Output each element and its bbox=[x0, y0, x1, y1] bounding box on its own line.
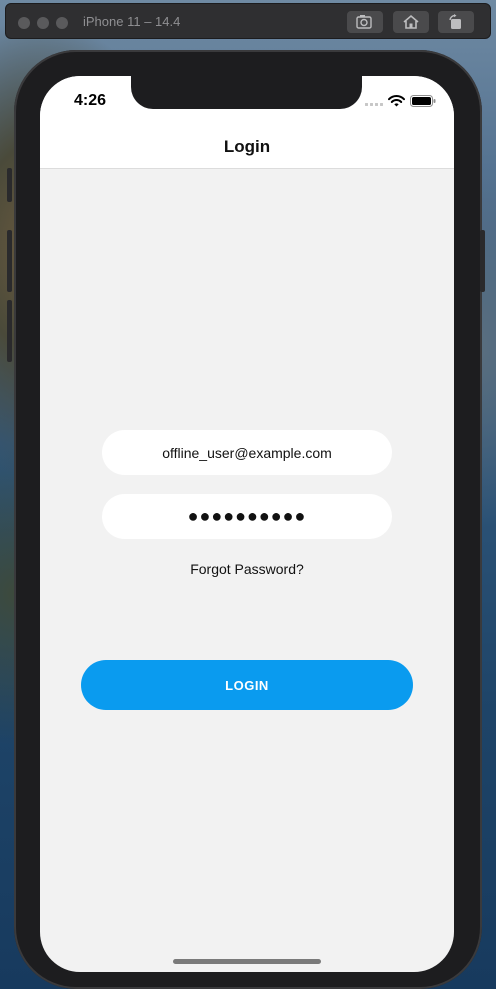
page-title: Login bbox=[223, 137, 271, 156]
close-window-icon[interactable] bbox=[18, 17, 30, 29]
cellular-signal-icon bbox=[365, 103, 383, 106]
rotate-button[interactable] bbox=[438, 11, 474, 33]
status-time: 4:26 bbox=[74, 92, 107, 109]
status-icons bbox=[365, 95, 436, 107]
home-indicator[interactable] bbox=[173, 959, 321, 964]
wifi-icon bbox=[388, 95, 405, 107]
home-button[interactable] bbox=[393, 11, 429, 33]
notch bbox=[131, 76, 362, 109]
simulator-title: iPhone 11 – 14.4 bbox=[83, 14, 181, 29]
minimize-window-icon[interactable] bbox=[37, 17, 49, 29]
zoom-window-icon[interactable] bbox=[56, 17, 68, 29]
volume-up-button bbox=[7, 230, 12, 292]
password-field[interactable] bbox=[102, 494, 392, 539]
rotate-icon bbox=[449, 14, 461, 29]
login-button[interactable]: LOGIN bbox=[81, 660, 413, 710]
mute-switch bbox=[7, 168, 12, 202]
power-button bbox=[480, 230, 485, 292]
screenshot-button[interactable] bbox=[347, 11, 383, 33]
simulator-title-bar: iPhone 11 – 14.4 bbox=[5, 3, 491, 39]
app-screen: Login 4:26 Forgot Password? LOGIN bbox=[40, 76, 454, 972]
screenshot-icon bbox=[356, 15, 372, 29]
email-field[interactable] bbox=[102, 430, 392, 475]
volume-down-button bbox=[7, 300, 12, 362]
forgot-password-link[interactable]: Forgot Password? bbox=[40, 561, 454, 577]
home-icon bbox=[403, 14, 419, 29]
battery-icon bbox=[410, 95, 436, 107]
